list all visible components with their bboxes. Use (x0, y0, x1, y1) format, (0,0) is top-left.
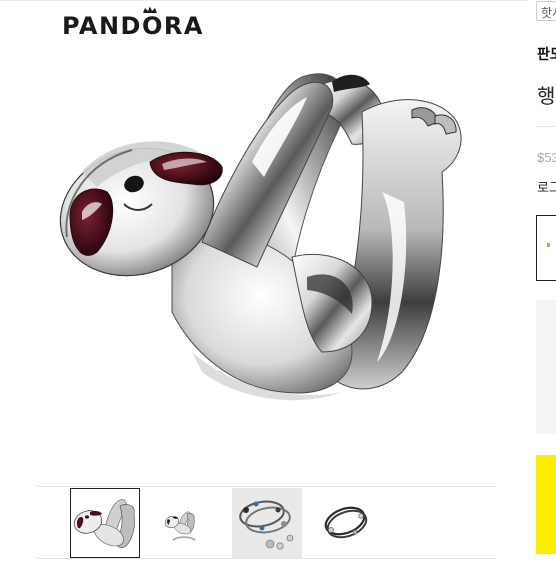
product-title: 행 (537, 86, 556, 108)
thumbnail-divider-bottom (36, 558, 496, 559)
thumbnail-bracelet-set[interactable] (232, 488, 302, 558)
product-gallery: PANDORA (0, 0, 528, 575)
thumbnail-cord-bracelet[interactable] (311, 488, 381, 558)
product-info-panel: 핫시 판도 행 $53 로그 (528, 0, 556, 575)
crown-icon (143, 6, 157, 13)
cord-bracelet-thumbnail-image (324, 506, 368, 539)
main-product-image[interactable] (52, 52, 482, 432)
sloth-charm-thumbnail-image (73, 499, 135, 548)
bracelet-set-thumbnail-image (239, 500, 294, 550)
product-price: $53 (537, 150, 556, 165)
thumbnail-sloth-charm[interactable] (70, 488, 140, 558)
add-to-cart-button[interactable] (536, 455, 556, 554)
product-details-panel (536, 300, 556, 434)
thumbnail-divider-top (36, 486, 496, 487)
language-selector[interactable]: 핫시 (536, 1, 556, 21)
option-marker (547, 243, 550, 247)
sloth-charm-small-thumbnail-image (164, 511, 196, 541)
product-brand-label: 판도 (537, 46, 556, 62)
info-divider (536, 126, 556, 127)
login-link[interactable]: 로그 (537, 177, 556, 196)
brand-logo[interactable]: PANDORA (62, 13, 204, 39)
option-selector-box[interactable] (536, 215, 556, 281)
thumbnail-strip (70, 488, 500, 558)
thumbnail-sloth-charm-small[interactable] (149, 488, 219, 558)
